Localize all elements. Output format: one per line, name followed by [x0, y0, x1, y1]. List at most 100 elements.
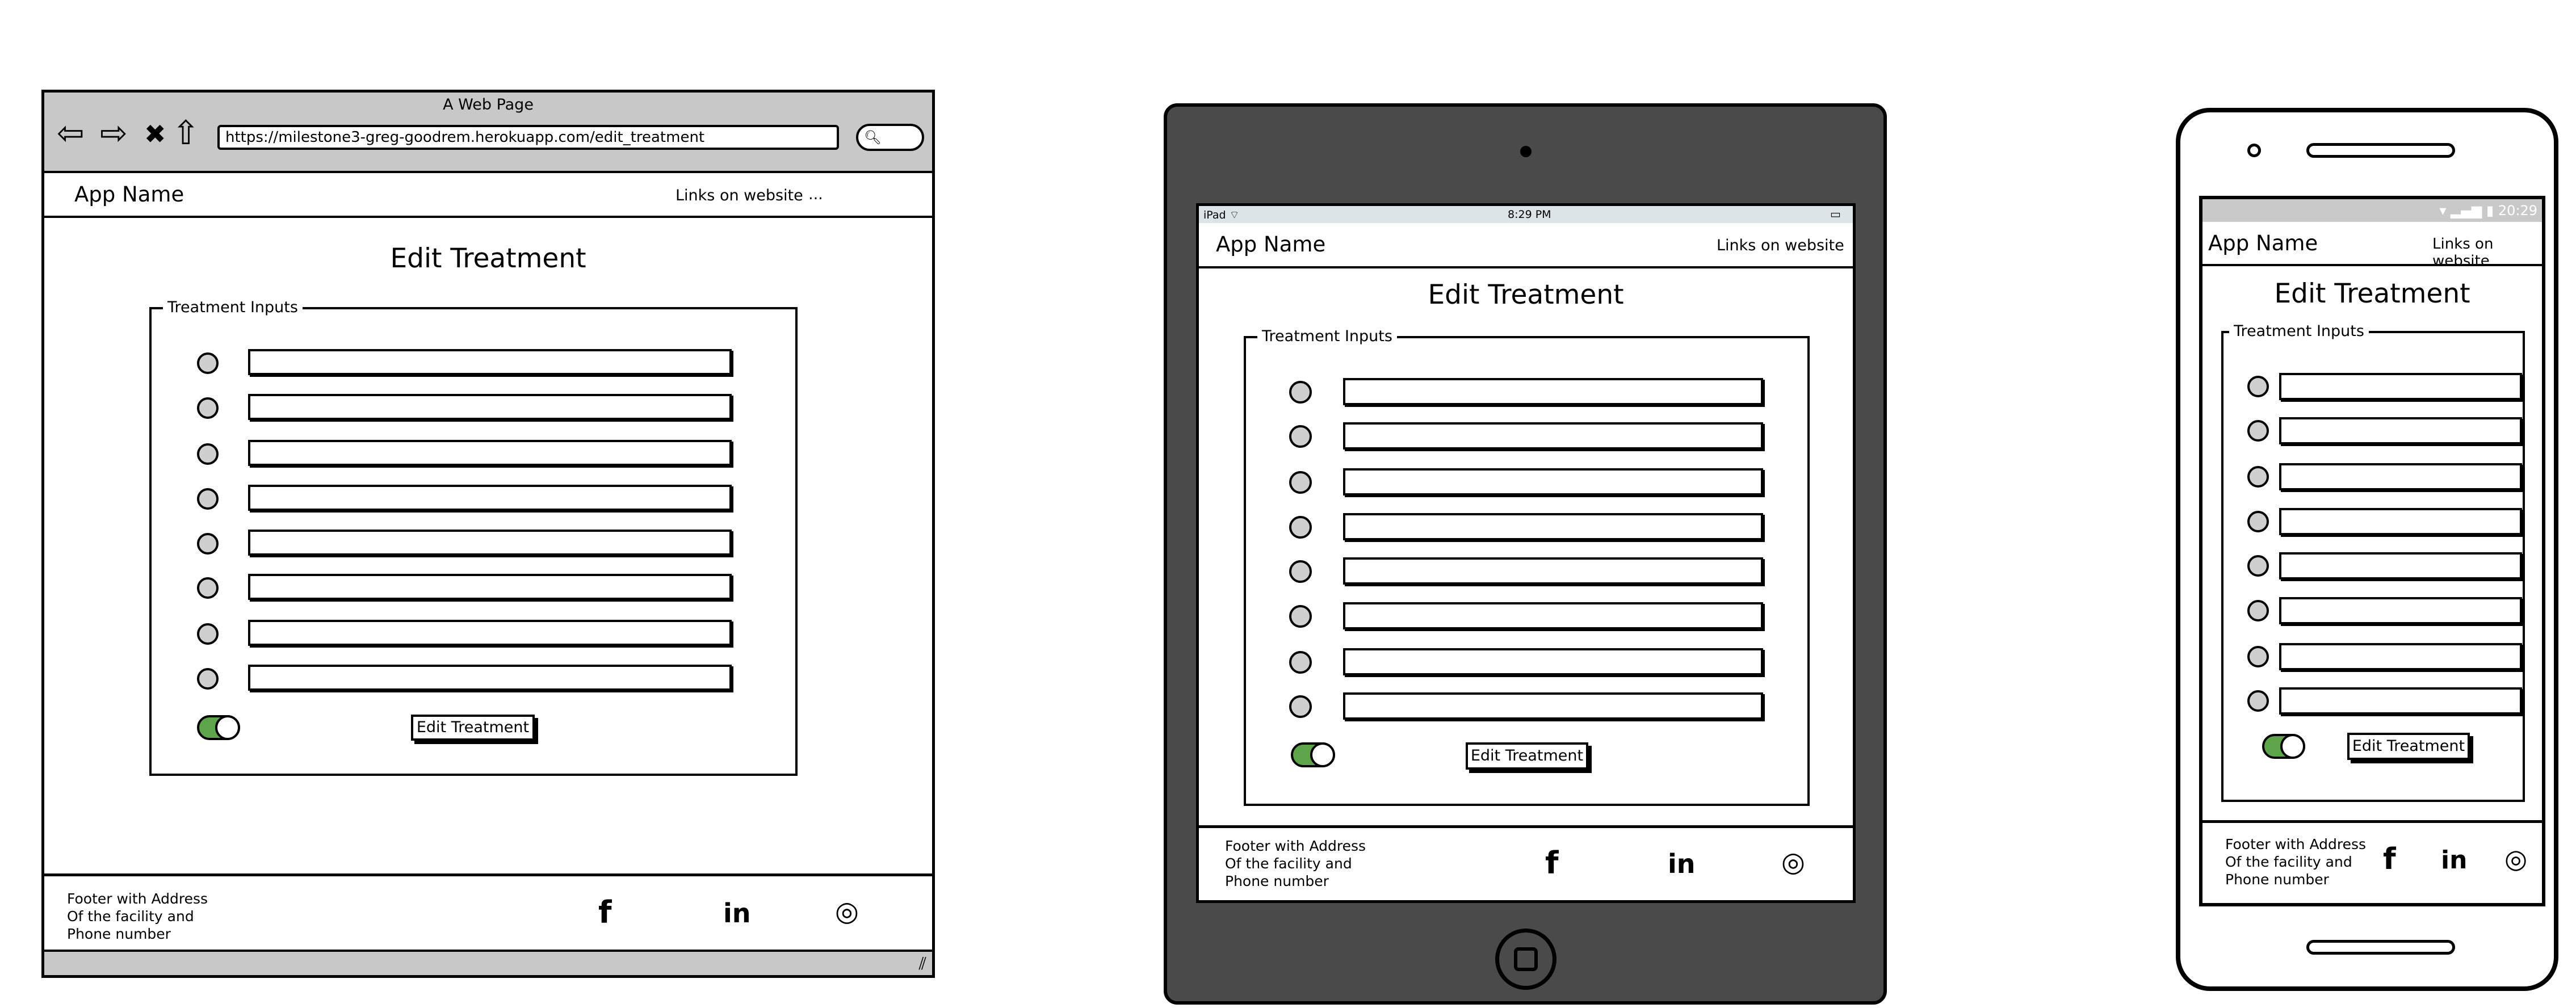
text-input[interactable]	[248, 349, 732, 375]
text-input[interactable]	[1343, 468, 1763, 495]
radio-button[interactable]	[1289, 605, 1312, 628]
radio-button[interactable]	[1289, 695, 1312, 718]
facebook-icon[interactable]: f	[598, 894, 612, 930]
radio-button[interactable]	[197, 577, 219, 599]
text-input[interactable]	[1343, 513, 1763, 540]
text-input[interactable]	[248, 394, 732, 420]
radio-button[interactable]	[1289, 516, 1312, 539]
radio-button[interactable]	[197, 397, 219, 419]
stop-icon[interactable]: ✖	[144, 121, 166, 147]
footer-address-line: Of the facility and	[1225, 855, 1352, 872]
footer-address-line: Footer with Address	[1225, 838, 1366, 854]
linkedin-icon[interactable]: in	[1668, 849, 1696, 879]
toggle-switch[interactable]	[2262, 734, 2305, 759]
radio-button[interactable]	[2247, 690, 2269, 712]
linkedin-icon[interactable]: in	[2441, 846, 2467, 875]
edit-treatment-button[interactable]: Edit Treatment	[1466, 742, 1588, 770]
fieldset-legend: Treatment Inputs	[1257, 327, 1397, 345]
text-input[interactable]	[2279, 552, 2522, 579]
treatment-inputs-fieldset: Treatment Inputs Edit Treatment	[1244, 327, 1810, 806]
home-icon[interactable]: ⇧	[172, 116, 200, 149]
radio-button[interactable]	[2247, 555, 2269, 577]
instagram-icon[interactable]: ◎	[835, 896, 859, 927]
text-input[interactable]	[248, 485, 732, 511]
radio-button[interactable]	[197, 533, 219, 555]
search-icon: 🔍︎	[864, 129, 882, 145]
nav-links[interactable]: Links on website	[2432, 236, 2542, 270]
footer-address-line: Phone number	[2225, 871, 2329, 888]
radio-button[interactable]	[197, 668, 219, 690]
forward-arrow-icon[interactable]: ⇨	[100, 116, 128, 149]
text-input[interactable]	[248, 665, 732, 691]
text-input[interactable]	[248, 620, 732, 646]
text-input[interactable]	[248, 574, 732, 600]
radio-button[interactable]	[1289, 471, 1312, 494]
facebook-icon[interactable]: f	[2383, 842, 2396, 876]
footer: Footer with Address Of the facility and …	[44, 873, 932, 950]
radio-button[interactable]	[2247, 600, 2269, 621]
radio-button[interactable]	[1289, 651, 1312, 674]
radio-button[interactable]	[2247, 466, 2269, 488]
instagram-icon[interactable]: ◎	[2504, 843, 2527, 874]
browser-page: App Name Links on website ... Edit Treat…	[44, 175, 932, 950]
home-button-icon[interactable]	[1495, 929, 1556, 990]
page-title: Edit Treatment	[2274, 278, 2470, 309]
radio-button[interactable]	[197, 488, 219, 510]
facebook-icon[interactable]: f	[1545, 845, 1559, 881]
edit-treatment-button[interactable]: Edit Treatment	[411, 715, 535, 741]
text-input[interactable]	[248, 440, 732, 466]
device-label: iPad ⌔	[1203, 209, 1240, 221]
app-name[interactable]: App Name	[1216, 232, 1325, 257]
more-links[interactable]: ...	[808, 186, 823, 203]
camera-dot	[1520, 146, 1532, 157]
text-input[interactable]	[1343, 648, 1763, 675]
footer-address-line: Phone number	[67, 926, 171, 942]
radio-button[interactable]	[1289, 560, 1312, 583]
nav-links[interactable]: Links on website	[676, 187, 803, 204]
linkedin-icon[interactable]: in	[723, 898, 751, 929]
footer-address-line: Footer with Address	[67, 891, 208, 907]
text-input[interactable]	[1343, 692, 1763, 720]
edit-treatment-button[interactable]: Edit Treatment	[2347, 733, 2470, 760]
radio-button[interactable]	[1289, 381, 1312, 404]
text-input[interactable]	[2279, 643, 2522, 670]
text-input[interactable]	[2279, 463, 2522, 490]
nav-links[interactable]: Links on website	[1717, 237, 1844, 254]
back-arrow-icon[interactable]: ⇦	[57, 116, 85, 149]
text-input[interactable]	[2279, 597, 2522, 624]
battery-icon: ▭	[1830, 207, 1841, 221]
text-input[interactable]	[2279, 417, 2522, 444]
radio-button[interactable]	[2247, 420, 2269, 442]
toggle-switch[interactable]	[197, 715, 240, 740]
footer: Footer with Address Of the facility and …	[2202, 820, 2542, 903]
search-field[interactable]: 🔍︎	[856, 124, 924, 151]
toggle-switch[interactable]	[1291, 742, 1335, 767]
app-name[interactable]: App Name	[74, 182, 184, 207]
text-input[interactable]	[1343, 378, 1763, 405]
radio-button[interactable]	[2247, 376, 2269, 397]
radio-button[interactable]	[1289, 425, 1312, 448]
text-input[interactable]	[2279, 373, 2522, 400]
radio-button[interactable]	[197, 623, 219, 645]
navbar: App Name Links on website	[2202, 222, 2542, 270]
text-input[interactable]	[1343, 557, 1763, 585]
app-name[interactable]: App Name	[2208, 231, 2318, 255]
radio-button[interactable]	[197, 443, 219, 465]
page-title: Edit Treatment	[390, 243, 586, 274]
phone-screen: ▾ ▂▄▆ ▮ 20:29 App Name Links on website …	[2199, 196, 2545, 906]
radio-button[interactable]	[2247, 511, 2269, 532]
footer: Footer with Address Of the facility and …	[1199, 825, 1853, 903]
instagram-icon[interactable]: ◎	[1781, 846, 1805, 878]
tablet-screen: iPad ⌔ 8:29 PM ▭ App Name Links on websi…	[1196, 203, 1856, 903]
radio-button[interactable]	[2247, 646, 2269, 667]
url-bar[interactable]: https://milestone3-greg-goodrem.herokuap…	[217, 125, 839, 150]
radio-button[interactable]	[197, 352, 219, 374]
text-input[interactable]	[1343, 422, 1763, 450]
resize-handle-icon[interactable]: ⫽	[919, 954, 926, 974]
text-input[interactable]	[2279, 508, 2522, 535]
text-input[interactable]	[1343, 602, 1763, 629]
text-input[interactable]	[2279, 687, 2522, 715]
treatment-inputs-fieldset: Treatment Inputs Edit Treatment	[149, 299, 798, 776]
text-input[interactable]	[248, 530, 732, 556]
front-camera-icon	[2247, 144, 2261, 157]
